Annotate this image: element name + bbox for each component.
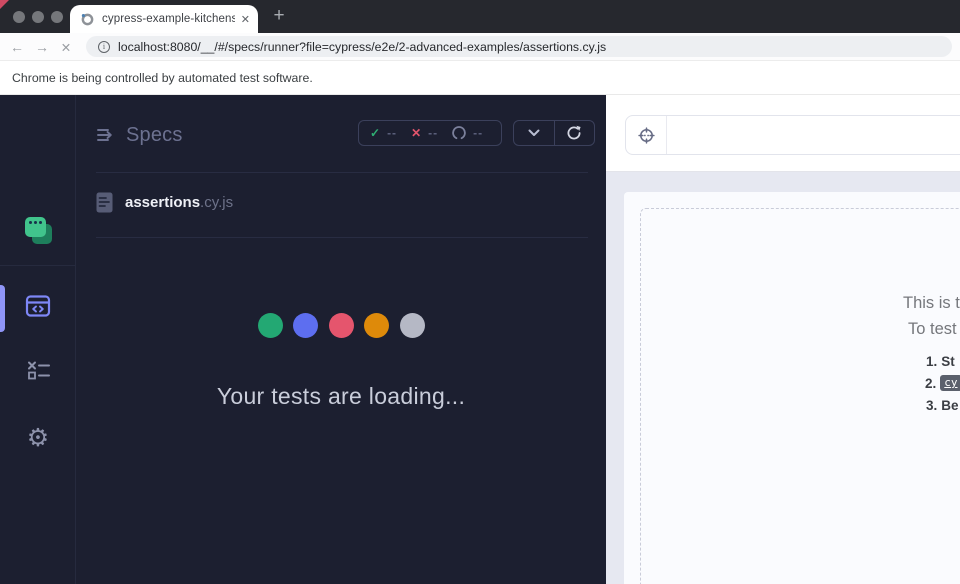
pending-count: -- <box>473 126 483 140</box>
browser-tab[interactable]: cypress-example-kitchensink ✕ <box>70 5 258 33</box>
aut-url-input[interactable] <box>667 116 960 154</box>
loading-dots <box>76 313 606 338</box>
aut-url-bar <box>625 115 960 155</box>
pending-rerun-icon <box>452 126 466 140</box>
url-text: localhost:8080/__/#/specs/runner?file=cy… <box>118 40 606 54</box>
spec-actions-group <box>513 120 595 146</box>
blank-page-step-1: 1. St <box>926 354 955 369</box>
spec-file-icon <box>96 192 113 213</box>
automation-infobar: Chrome is being controlled by automated … <box>0 61 960 95</box>
aut-header <box>606 95 960 172</box>
new-tab-button[interactable]: + <box>266 3 292 29</box>
gear-icon: ⚙ <box>27 425 49 450</box>
aut-blank-page-region <box>640 208 960 584</box>
chevron-down-icon <box>528 129 540 137</box>
cypress-logo-front-card <box>25 217 46 237</box>
step-code-badge[interactable]: cy <box>940 375 960 391</box>
run-stats: ✓ -- ✕ -- -- <box>358 120 502 146</box>
step-text: Be <box>941 398 958 413</box>
blank-page-step-2: 2. cy <box>925 375 960 391</box>
panel-title: Specs <box>126 124 183 147</box>
browser-tabstrip: cypress-example-kitchensink ✕ + <box>0 0 960 33</box>
runs-debug-icon <box>26 361 51 380</box>
sidebar-item-settings[interactable]: ⚙ <box>0 425 76 450</box>
cypress-sidebar: ⚙ <box>0 95 76 584</box>
selector-playground-button[interactable] <box>626 116 667 154</box>
stop-icon[interactable]: ✕ <box>55 33 77 61</box>
failed-count: -- <box>428 126 438 140</box>
sidebar-item-specs[interactable] <box>0 294 76 318</box>
specs-panel: Specs ✓ -- ✕ -- -- <box>76 95 606 584</box>
refresh-specs-button[interactable] <box>554 121 595 145</box>
step-number: 1. <box>926 354 937 369</box>
tab-close-icon[interactable]: ✕ <box>241 13 250 26</box>
cypress-favicon-icon <box>81 13 94 26</box>
divider <box>96 172 588 173</box>
loading-dot-gray <box>400 313 425 338</box>
forward-icon[interactable]: → <box>31 33 53 61</box>
blank-page-intro-line-1: This is th <box>903 294 960 313</box>
background-window-corner <box>0 0 9 9</box>
loading-dot-red <box>329 313 354 338</box>
step-number: 3. <box>926 398 937 413</box>
tab-title: cypress-example-kitchensink <box>102 13 235 25</box>
loading-dot-orange <box>364 313 389 338</box>
collapse-specs-list-button[interactable] <box>96 126 115 149</box>
window-close-button[interactable] <box>13 11 25 23</box>
step-number: 2. <box>925 376 936 391</box>
cypress-logo[interactable] <box>25 217 53 245</box>
spec-name-base: assertions <box>125 194 200 211</box>
window-minimize-button[interactable] <box>32 11 44 23</box>
browser-toolbar: ← → ✕ i localhost:8080/__/#/specs/runner… <box>0 33 960 61</box>
loading-dot-green <box>258 313 283 338</box>
blank-page-step-3: 3. Be <box>926 398 959 413</box>
back-icon[interactable]: ← <box>6 33 28 61</box>
sidebar-item-runs[interactable] <box>0 361 76 380</box>
collapse-all-button[interactable] <box>514 121 554 145</box>
screen: cypress-example-kitchensink ✕ + ← → ✕ i … <box>0 0 960 584</box>
address-bar[interactable]: i localhost:8080/__/#/specs/runner?file=… <box>86 36 952 57</box>
blank-page-intro-line-2: To test y <box>908 320 960 339</box>
loading-dot-indigo <box>293 313 318 338</box>
infobar-text: Chrome is being controlled by automated … <box>12 71 313 85</box>
window-zoom-button[interactable] <box>51 11 63 23</box>
step-text: St <box>941 354 955 369</box>
site-info-icon[interactable]: i <box>98 41 110 53</box>
passed-count: -- <box>387 126 397 140</box>
crosshair-icon <box>637 126 656 145</box>
divider <box>96 237 588 238</box>
passed-check-icon: ✓ <box>370 126 380 140</box>
specs-list-icon <box>96 126 115 144</box>
spec-name: assertions.cy.js <box>125 194 233 212</box>
spec-list-item[interactable]: assertions.cy.js <box>96 192 233 213</box>
loading-message: Your tests are loading... <box>76 383 606 410</box>
spec-name-suffix: .cy.js <box>200 194 233 211</box>
sidebar-divider <box>0 265 76 266</box>
failed-cross-icon: ✕ <box>411 126 421 140</box>
specs-icon <box>25 294 51 318</box>
refresh-icon <box>566 125 582 141</box>
